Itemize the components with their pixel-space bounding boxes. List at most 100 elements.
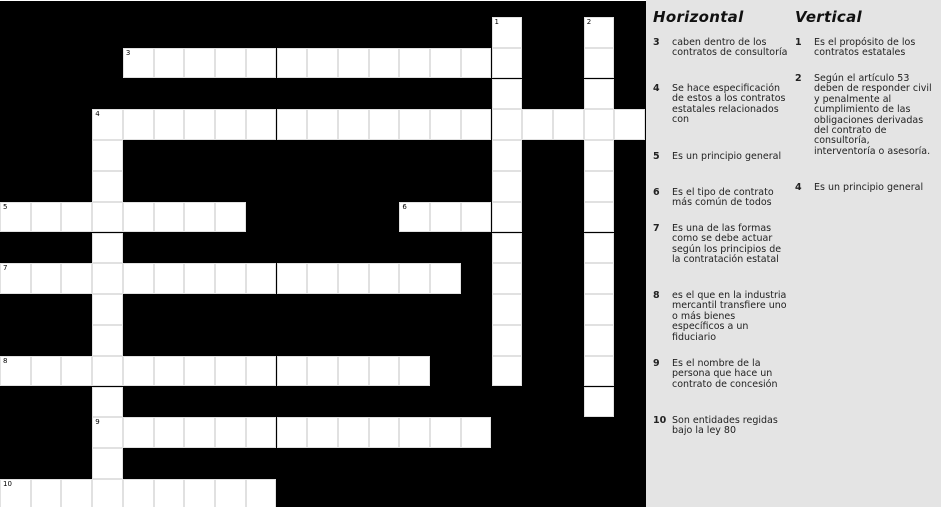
crossword-cell[interactable] [30, 201, 62, 233]
crossword-cell[interactable] [430, 417, 461, 449]
crossword-cell[interactable] [583, 140, 615, 171]
crossword-cell[interactable] [92, 140, 123, 171]
crossword-cell[interactable] [92, 386, 123, 418]
clue-item[interactable]: 5 Es un principio general [653, 151, 788, 162]
crossword-cell[interactable] [337, 263, 369, 295]
crossword-cell[interactable] [215, 109, 246, 141]
crossword-cell[interactable] [583, 78, 615, 110]
crossword-cell[interactable] [368, 263, 400, 295]
crossword-cell[interactable]: 10 [0, 479, 31, 507]
crossword-cell[interactable] [307, 47, 338, 79]
crossword-cell[interactable] [583, 325, 615, 356]
crossword-cell[interactable] [245, 417, 277, 449]
crossword-cell[interactable]: 1 [491, 17, 523, 48]
crossword-cell[interactable] [184, 109, 215, 141]
crossword-cell[interactable] [245, 479, 277, 507]
crossword-cell[interactable] [399, 47, 431, 79]
crossword-cell[interactable] [337, 47, 369, 79]
clue-item[interactable]: 3 caben dentro de los contratos de consul… [653, 37, 788, 59]
crossword-cell[interactable] [583, 386, 615, 418]
crossword-cell[interactable] [583, 201, 615, 233]
crossword-cell[interactable] [153, 479, 185, 507]
crossword-cell[interactable] [276, 109, 308, 141]
clue-item[interactable]: 9 Es el nombre de la persona que hace un … [653, 358, 788, 390]
crossword-cell[interactable] [583, 232, 615, 264]
crossword-cell[interactable] [460, 201, 492, 233]
crossword-cell[interactable] [491, 78, 523, 110]
crossword-cell[interactable] [307, 355, 338, 387]
crossword-cell[interactable] [184, 417, 215, 449]
crossword-cell[interactable] [583, 263, 615, 295]
crossword-cell[interactable] [368, 417, 400, 449]
crossword-cell[interactable] [430, 201, 461, 233]
crossword-cell[interactable] [583, 355, 615, 387]
crossword-cell[interactable] [245, 263, 277, 295]
crossword-cell[interactable] [122, 263, 154, 295]
crossword-cell[interactable]: 7 [0, 263, 31, 295]
crossword-cell[interactable] [92, 325, 123, 356]
crossword-cell[interactable] [522, 109, 553, 141]
crossword-cell[interactable] [583, 171, 615, 202]
crossword-cell[interactable] [276, 263, 308, 295]
crossword-cell[interactable] [92, 294, 123, 325]
crossword-cell[interactable] [30, 479, 62, 507]
crossword-cell[interactable] [491, 355, 523, 387]
clue-item[interactable]: 2 Según el artículo 53 deben de responder… [795, 73, 933, 157]
crossword-cell[interactable] [368, 355, 400, 387]
crossword-cell[interactable] [30, 355, 62, 387]
crossword-cell[interactable] [61, 355, 93, 387]
crossword-cell[interactable] [122, 355, 154, 387]
crossword-cell[interactable] [491, 109, 523, 141]
crossword-cell[interactable] [61, 201, 93, 233]
crossword-cell[interactable]: 3 [122, 47, 154, 79]
crossword-cell[interactable] [491, 47, 523, 79]
crossword-cell[interactable] [553, 109, 584, 141]
crossword-cell[interactable] [430, 263, 461, 295]
crossword-cell[interactable] [583, 47, 615, 79]
crossword-cell[interactable] [491, 140, 523, 171]
crossword-cell[interactable] [122, 201, 154, 233]
crossword-cell[interactable] [245, 47, 277, 79]
crossword-cell[interactable] [399, 417, 431, 449]
crossword-cell[interactable] [491, 232, 523, 264]
crossword-cell[interactable] [30, 263, 62, 295]
crossword-cell[interactable] [215, 479, 246, 507]
crossword-cell[interactable] [92, 171, 123, 202]
crossword-cell[interactable] [215, 263, 246, 295]
crossword-cell[interactable] [92, 448, 123, 479]
crossword-cell[interactable]: 9 [92, 417, 123, 449]
crossword-cell[interactable] [430, 109, 461, 141]
crossword-cell[interactable] [276, 417, 308, 449]
crossword-cell[interactable] [491, 294, 523, 325]
crossword-cell[interactable] [215, 201, 246, 233]
crossword-cell[interactable] [122, 109, 154, 141]
crossword-cell[interactable] [153, 263, 185, 295]
crossword-cell[interactable] [399, 109, 431, 141]
crossword-cell[interactable] [399, 263, 431, 295]
crossword-cell[interactable] [460, 47, 492, 79]
crossword-cell[interactable] [122, 417, 154, 449]
crossword-cell[interactable] [92, 479, 123, 507]
crossword-cell[interactable] [184, 479, 215, 507]
crossword-cell[interactable] [460, 109, 492, 141]
crossword-cell[interactable]: 2 [583, 17, 615, 48]
crossword-cell[interactable] [307, 417, 338, 449]
crossword-cell[interactable] [337, 355, 369, 387]
crossword-cell[interactable] [430, 47, 461, 79]
crossword-cell[interactable] [307, 263, 338, 295]
crossword-cell[interactable] [337, 109, 369, 141]
crossword-cell[interactable] [491, 201, 523, 233]
crossword-cell[interactable] [215, 417, 246, 449]
crossword-cell[interactable] [153, 201, 185, 233]
crossword-cell[interactable] [491, 171, 523, 202]
clue-item[interactable]: 8 es el que en la industria mercantil tra… [653, 290, 788, 343]
crossword-cell[interactable] [92, 232, 123, 264]
clue-item[interactable]: 1 Es el propósito de los contratos estata… [795, 37, 933, 59]
crossword-cell[interactable] [153, 109, 185, 141]
crossword-cell[interactable]: 5 [0, 201, 31, 233]
crossword-cell[interactable]: 6 [399, 201, 431, 233]
clue-item[interactable]: 6 Es el tipo de contrato más común de tod… [653, 187, 788, 209]
crossword-cell[interactable] [307, 109, 338, 141]
clue-item[interactable]: 4 Se hace especificación de estos a los c… [653, 83, 788, 126]
crossword-cell[interactable] [184, 47, 215, 79]
